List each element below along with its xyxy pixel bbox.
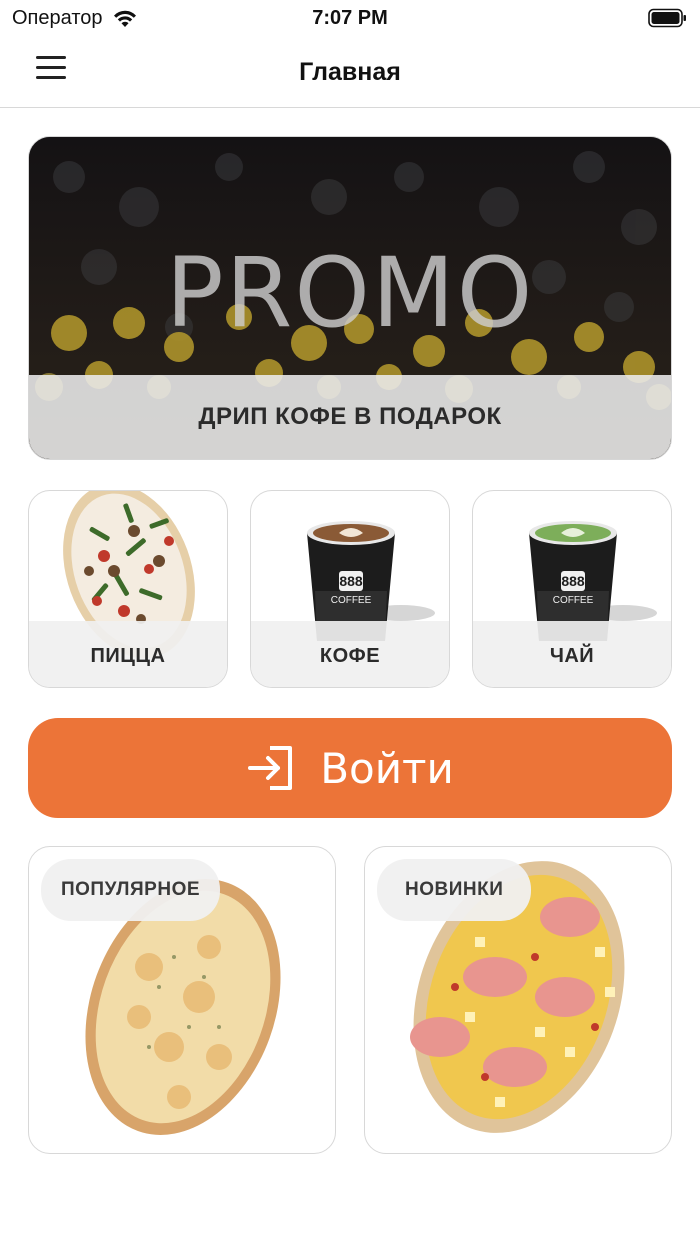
category-tile-tea[interactable]: 888 COFFEE ЧАЙ <box>472 490 672 688</box>
login-button[interactable]: Войти <box>28 718 672 818</box>
category-label: ПИЦЦА <box>29 621 227 687</box>
login-label: Войти <box>320 743 454 793</box>
login-arrow-icon <box>248 746 293 790</box>
status-bar: Оператор 7:07 PM <box>0 0 700 36</box>
navigation-bar: Главная <box>0 36 700 108</box>
card-badge: НОВИНКИ <box>377 859 532 921</box>
card-new[interactable]: НОВИНКИ <box>364 846 672 1154</box>
clock: 7:07 PM <box>312 7 388 29</box>
card-badge: ПОПУЛЯРНОЕ <box>41 859 221 921</box>
feature-cards: ПОПУЛЯРНОЕ НОВИНКИ <box>28 846 672 1154</box>
category-tile-pizza[interactable]: ПИЦЦА <box>28 490 228 688</box>
promo-banner[interactable]: PROMO ДРИП КОФЕ В ПОДАРОК <box>28 136 672 460</box>
battery-icon <box>648 8 686 28</box>
category-row: ПИЦЦА 888 COFFEE КОФЕ 888 COFFEE ЧАЙ <box>28 490 672 688</box>
cup-brand-name: COFFEE <box>553 595 594 606</box>
cup-brand-number: 888 <box>561 573 585 589</box>
card-popular[interactable]: ПОПУЛЯРНОЕ <box>28 846 336 1154</box>
category-label: КОФЕ <box>251 621 449 687</box>
cup-brand-number: 888 <box>339 573 363 589</box>
category-label: ЧАЙ <box>473 621 671 687</box>
promo-caption: ДРИП КОФЕ В ПОДАРОК <box>29 375 671 459</box>
page-title: Главная <box>299 58 401 86</box>
promo-title: PROMO <box>165 237 535 349</box>
cup-brand-name: COFFEE <box>331 595 372 606</box>
category-tile-coffee[interactable]: 888 COFFEE КОФЕ <box>250 490 450 688</box>
